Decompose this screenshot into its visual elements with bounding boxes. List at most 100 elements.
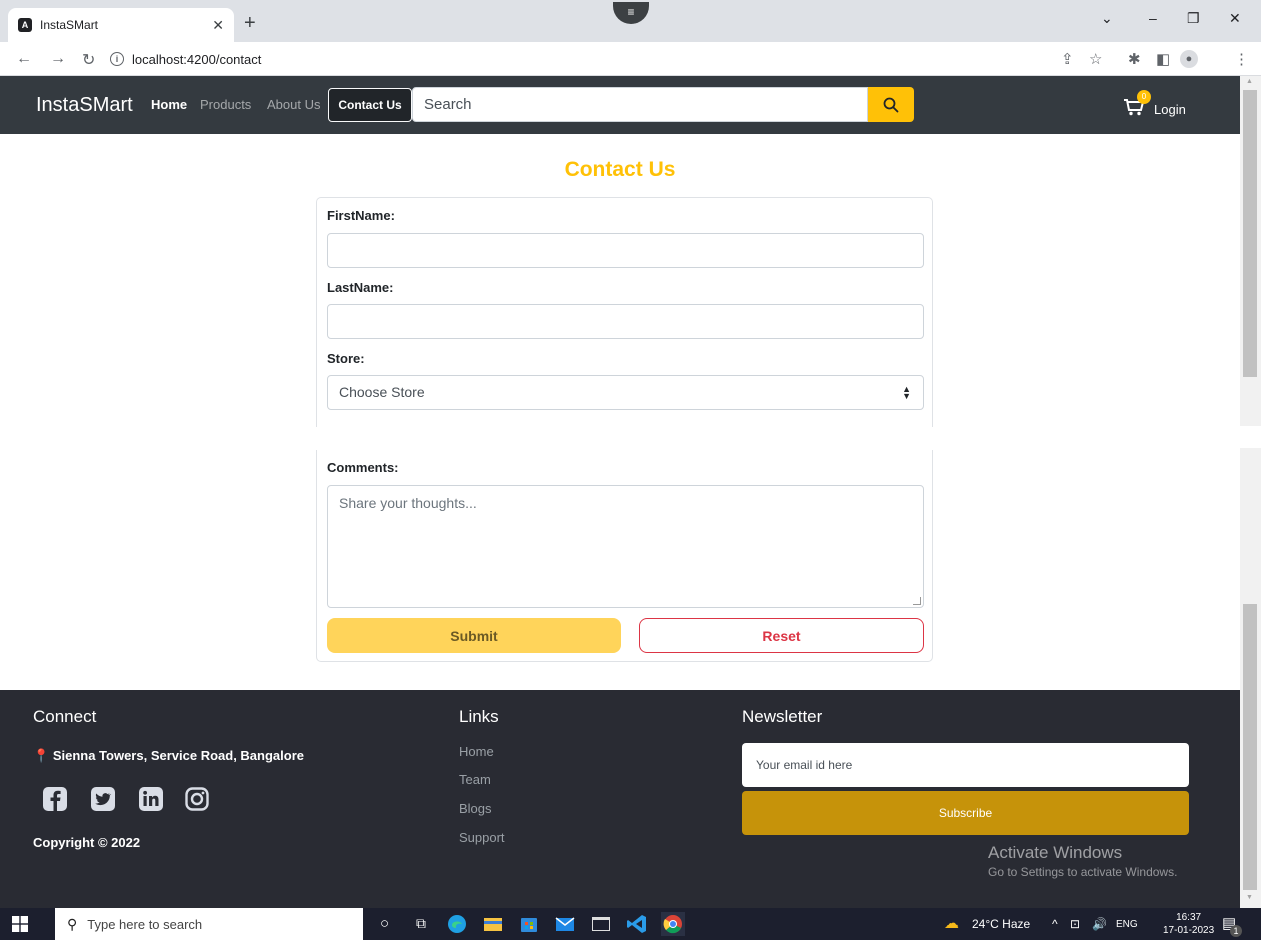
network-icon[interactable]: ⊡ [1070, 917, 1080, 931]
chrome-icon[interactable] [661, 912, 685, 936]
reset-button[interactable]: Reset [639, 618, 924, 653]
cortana-circle-icon[interactable]: ○ [380, 915, 389, 932]
page-title: Contact Us [564, 158, 676, 181]
newsletter-heading: Newsletter [742, 707, 823, 726]
instagram-icon[interactable] [184, 786, 210, 812]
twitter-icon[interactable] [90, 786, 116, 812]
resize-grip-icon[interactable] [913, 597, 921, 605]
new-tab-icon[interactable]: + [244, 12, 256, 35]
vscode-icon[interactable] [625, 912, 649, 936]
footer-link-home[interactable]: Home [459, 744, 494, 759]
address-text: Sienna Towers, Service Road, Bangalore [52, 748, 304, 763]
tab-close-icon[interactable]: ✕ [212, 17, 224, 34]
language-indicator[interactable]: ENG [1116, 919, 1138, 930]
site-footer: Connect 📍 Sienna Towers, Service Road, B… [0, 690, 1240, 908]
clock-date: 17-01-2023 [1163, 925, 1215, 936]
scroll-down-icon[interactable]: ▼ [1246, 894, 1253, 901]
links-heading: Links [459, 707, 499, 726]
first-name-input[interactable] [327, 233, 924, 268]
comments-placeholder: Share your thoughts... [339, 495, 477, 511]
linkedin-icon[interactable] [138, 786, 164, 812]
clock-time: 16:37 [1176, 912, 1202, 923]
url-text: localhost:4200/contact [132, 51, 262, 67]
login-link[interactable]: Login [1154, 102, 1186, 117]
footer-link-support[interactable]: Support [459, 830, 505, 845]
weather-text[interactable]: 24°C Haze [972, 917, 1030, 931]
terminal-icon[interactable] [589, 912, 613, 936]
kebab-menu-icon[interactable]: ⋮ [1234, 50, 1249, 68]
taskbar-search-placeholder: Type here to search [87, 916, 203, 932]
footer-address: 📍 Sienna Towers, Service Road, Bangalore [33, 748, 304, 764]
store-select[interactable]: Choose Store ▲ ▼ [327, 375, 924, 410]
contact-us-button[interactable]: Contact Us [328, 88, 412, 122]
submit-button[interactable]: Submit [327, 618, 621, 653]
nav-link-products[interactable]: Products [200, 97, 251, 112]
weather-haze-icon[interactable]: ☁ [944, 914, 959, 932]
comments-textarea[interactable]: Share your thoughts... [327, 485, 924, 608]
brand-logo[interactable]: InstaSMart [36, 94, 133, 117]
search-input[interactable]: Search [412, 87, 868, 122]
search-button[interactable] [868, 87, 914, 122]
edge-browser-icon[interactable] [445, 912, 469, 936]
cart-count-badge: 0 [1137, 90, 1151, 104]
windows-taskbar: ⚲ Type here to search ○ ⧉ ☁ 24°C Haze ^ … [0, 908, 1261, 940]
maximize-icon[interactable]: ❐ [1187, 10, 1200, 27]
microsoft-store-icon[interactable] [517, 912, 541, 936]
share-icon[interactable]: ⇪ [1061, 50, 1074, 68]
store-label: Store: [327, 351, 365, 366]
first-name-label: FirstName: [327, 208, 395, 223]
minimize-icon[interactable]: – [1149, 10, 1157, 26]
tab-search-chevron-icon[interactable]: ⌄ [1101, 10, 1113, 27]
browser-tab-bar: A InstaSMart ✕ + ≡ ⌄ – ❐ ✕ [0, 0, 1261, 42]
url-field[interactable]: i localhost:4200/contact [110, 48, 1130, 70]
scrollbar-thumb-lower[interactable] [1243, 604, 1257, 890]
file-explorer-icon[interactable] [481, 912, 505, 936]
activate-windows-watermark: Activate Windows [988, 843, 1123, 862]
footer-link-blogs[interactable]: Blogs [459, 801, 492, 816]
profile-avatar-icon[interactable]: ● [1180, 50, 1198, 68]
notification-count-badge: 1 [1230, 925, 1242, 937]
select-caret-icon: ▲ ▼ [902, 384, 911, 401]
windows-start-icon[interactable] [12, 916, 28, 932]
search-icon [883, 97, 899, 112]
subscribe-button[interactable]: Subscribe [742, 791, 1189, 835]
last-name-input[interactable] [327, 304, 924, 339]
map-pin-icon: 📍 [33, 748, 50, 763]
tray-chevron-up-icon[interactable]: ^ [1052, 917, 1058, 931]
browser-tab[interactable]: A InstaSMart ✕ [8, 8, 234, 42]
extensions-puzzle-icon[interactable]: ✱ [1128, 50, 1141, 68]
menu-handle-icon[interactable]: ≡ [613, 2, 649, 24]
angular-favicon-icon: A [18, 18, 32, 32]
copyright-text: Copyright © 2022 [33, 835, 141, 850]
render-gap [0, 427, 1240, 450]
last-name-label: LastName: [327, 280, 394, 295]
site-navbar: InstaSMart Home Products About Us Contac… [0, 76, 1240, 134]
footer-link-team[interactable]: Team [459, 772, 491, 787]
close-window-icon[interactable]: ✕ [1229, 10, 1241, 27]
address-bar: ← → ↻ i localhost:4200/contact ⇪ ☆ ✱ ◧ ●… [0, 42, 1261, 76]
store-select-value: Choose Store [339, 384, 425, 400]
nav-link-about-us[interactable]: About Us [267, 97, 320, 112]
page-scrollbar[interactable]: ▲ ▼ [1240, 76, 1261, 908]
taskbar-search-icon: ⚲ [67, 915, 78, 932]
site-info-icon[interactable]: i [110, 52, 124, 66]
connect-heading: Connect [33, 707, 97, 726]
side-panel-icon[interactable]: ◧ [1156, 50, 1170, 68]
system-clock[interactable]: 16:37 17-01-2023 [1163, 911, 1214, 937]
bookmark-star-icon[interactable]: ☆ [1089, 50, 1102, 68]
scrollbar-thumb[interactable] [1243, 90, 1257, 377]
scrollbar-gap [1240, 426, 1261, 448]
taskbar-search-input[interactable]: ⚲ Type here to search [55, 908, 363, 940]
task-view-icon[interactable]: ⧉ [416, 915, 426, 932]
back-arrow-icon[interactable]: ← [16, 50, 32, 68]
mail-icon[interactable] [553, 912, 577, 936]
nav-link-home[interactable]: Home [151, 97, 187, 112]
scroll-up-icon[interactable]: ▲ [1246, 78, 1253, 85]
page-viewport: InstaSMart Home Products About Us Contac… [0, 76, 1240, 908]
forward-arrow-icon[interactable]: → [50, 50, 66, 68]
reload-icon[interactable]: ↻ [82, 50, 95, 70]
newsletter-email-input[interactable]: Your email id here [742, 743, 1189, 787]
volume-icon[interactable]: 🔊 [1092, 917, 1107, 931]
facebook-icon[interactable] [42, 786, 68, 812]
activate-windows-subtext: Go to Settings to activate Windows. [988, 865, 1178, 879]
